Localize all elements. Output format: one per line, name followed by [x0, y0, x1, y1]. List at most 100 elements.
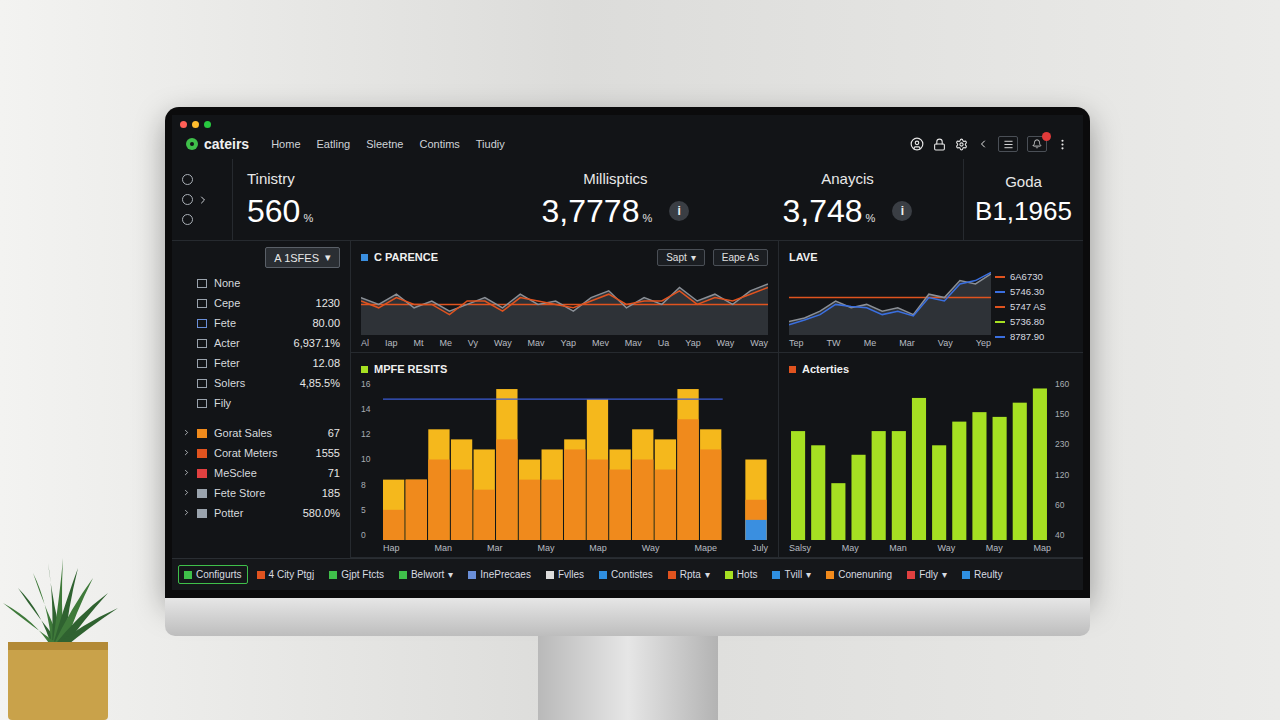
nav-item[interactable]: Eatling [317, 136, 351, 153]
back-icon[interactable] [977, 138, 989, 150]
kpi-card: Tinistry560% [232, 159, 499, 240]
chart-control[interactable]: Sapt▾ [657, 249, 705, 266]
dashboard: cateirs Home Eatling Sleetne Contims Tiudiy Ti… [172, 115, 1083, 590]
gear-icon[interactable] [955, 138, 968, 151]
tab-icon [962, 571, 970, 579]
series-line [361, 287, 768, 314]
sidebar-label: Fete Store [214, 487, 317, 499]
toggle-icon[interactable] [182, 174, 193, 185]
sidebar-label: None [214, 277, 335, 289]
expand-icon [182, 428, 191, 437]
bar [542, 480, 563, 540]
kpi-label: Anaycis [821, 170, 874, 187]
tab-icon [772, 571, 780, 579]
sidebar-value: 67 [328, 427, 340, 439]
more-icon[interactable] [1056, 138, 1069, 151]
legend-mark [995, 291, 1005, 293]
notifications-button[interactable] [1027, 136, 1047, 152]
tab[interactable]: Belwort▾ [393, 565, 459, 584]
kpi-controls [172, 159, 232, 240]
top-bar: cateirs Home Eatling Sleetne Contims Tiudiy [172, 129, 1083, 159]
filter-dropdown[interactable]: A 1SFES▾ [265, 247, 340, 268]
bar [655, 470, 676, 540]
activities-panel: Acterties1601502301206040SalsyMayManWayM… [778, 353, 1083, 558]
kpi-unit: % [642, 212, 652, 224]
tab-icon [257, 571, 265, 579]
legend-item: 5747 AS [995, 301, 1073, 312]
sidebar-value: 12.08 [312, 357, 340, 369]
tab-icon [184, 571, 192, 579]
nav-item[interactable]: Sleetne [366, 136, 403, 153]
sidebar-item[interactable]: Feter12.08 [182, 354, 340, 372]
tab[interactable]: Reulty [956, 565, 1008, 584]
sidebar-item[interactable]: Gorat Sales67 [182, 424, 340, 442]
sidebar-item[interactable]: Acter6,937.1% [182, 334, 340, 352]
lock-icon[interactable] [933, 138, 946, 151]
toggle-icon[interactable] [182, 194, 193, 205]
tab[interactable]: Fvlles [540, 565, 590, 584]
tab[interactable]: Tvill▾ [766, 565, 817, 584]
toggle-icon[interactable] [182, 214, 193, 225]
tab[interactable]: Contistes [593, 565, 659, 584]
y-axis: 1601502301206040 [1055, 379, 1073, 540]
bar [700, 429, 721, 540]
item-icon [197, 299, 207, 308]
sidebar-item[interactable]: Solers4,85.5% [182, 374, 340, 392]
minimize-button[interactable] [192, 121, 199, 128]
tab[interactable]: Conenuning [820, 565, 898, 584]
sidebar-item[interactable]: Fete Store185 [182, 484, 340, 502]
info-icon[interactable]: i [669, 201, 689, 221]
sidebar-label: Potter [214, 507, 298, 519]
nav-item[interactable]: Contims [419, 136, 459, 153]
bar [745, 520, 766, 540]
leaf [3, 603, 64, 648]
tab[interactable]: Configurts [178, 565, 248, 584]
expand-icon [182, 508, 191, 517]
bar [677, 419, 698, 540]
nav: Home Eatling Sleetne Contims Tiudiy [271, 136, 505, 153]
sidebar-item[interactable]: Cepe1230 [182, 294, 340, 312]
panel-title: LAVE [789, 251, 818, 263]
bar [428, 460, 449, 541]
kpi-card: Anaycis3,748%i [731, 159, 963, 240]
nav-item[interactable]: Home [271, 136, 300, 153]
x-axis: AlIapMtMeVyWayMavYapMevMavUaYapWayWay [361, 335, 768, 348]
sidebar-item[interactable]: MeSclee 71 [182, 464, 340, 482]
user-icon[interactable] [910, 137, 924, 151]
sidebar-item[interactable]: Corat Meters1555 [182, 444, 340, 462]
legend-mark [995, 336, 1005, 338]
sidebar-value: 4,85.5% [300, 377, 340, 389]
tab[interactable]: 4 City Ptgj [251, 565, 321, 584]
sidebar-item[interactable]: Fete80.00 [182, 314, 340, 332]
maximize-button[interactable] [204, 121, 211, 128]
bar-chart [383, 379, 768, 540]
tab[interactable]: Fdly▾ [901, 565, 953, 584]
sidebar-item[interactable]: Fily [182, 394, 340, 412]
sidebar-item[interactable]: Potter580.0% [182, 504, 340, 522]
tab[interactable]: Hots [719, 565, 764, 584]
chart-control[interactable]: Eape As [713, 249, 768, 266]
panel-title: MPFE RESITS [374, 363, 447, 375]
tab[interactable]: Gjpt Ftcts [323, 565, 390, 584]
sidebar-item[interactable]: None [182, 274, 340, 292]
menu-button[interactable] [998, 136, 1018, 152]
item-icon [197, 359, 207, 368]
sidebar-label: Corat Meters [214, 447, 311, 459]
flag-icon [197, 509, 207, 518]
expand-icon[interactable] [197, 194, 209, 206]
tab[interactable]: InePrecaes [462, 565, 537, 584]
title-icon [789, 366, 796, 373]
close-button[interactable] [180, 121, 187, 128]
pot [8, 642, 108, 720]
nav-item[interactable]: Tiudiy [476, 136, 505, 153]
sidebar-label: MeSclee [214, 467, 323, 479]
monitor-chin [165, 598, 1090, 636]
caret-icon: ▾ [448, 569, 453, 580]
sidebar-value: 71 [328, 467, 340, 479]
caret-icon: ▾ [705, 569, 710, 580]
bar [912, 398, 926, 540]
logo[interactable]: cateirs [186, 136, 249, 152]
info-icon[interactable]: i [892, 201, 912, 221]
expand-icon [182, 448, 191, 457]
tab[interactable]: Rpta▾ [662, 565, 716, 584]
